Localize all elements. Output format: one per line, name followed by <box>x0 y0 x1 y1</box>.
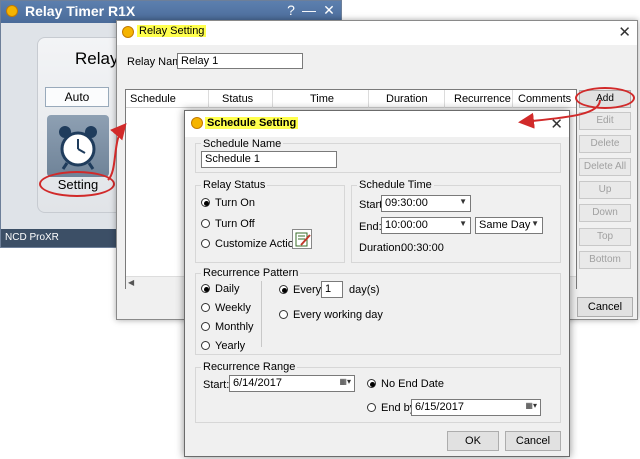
arrow-setting-to-relay-dialog <box>107 122 127 181</box>
arrow-add-to-schedule-dialog <box>518 99 601 129</box>
annotation-arrows <box>107 99 601 181</box>
